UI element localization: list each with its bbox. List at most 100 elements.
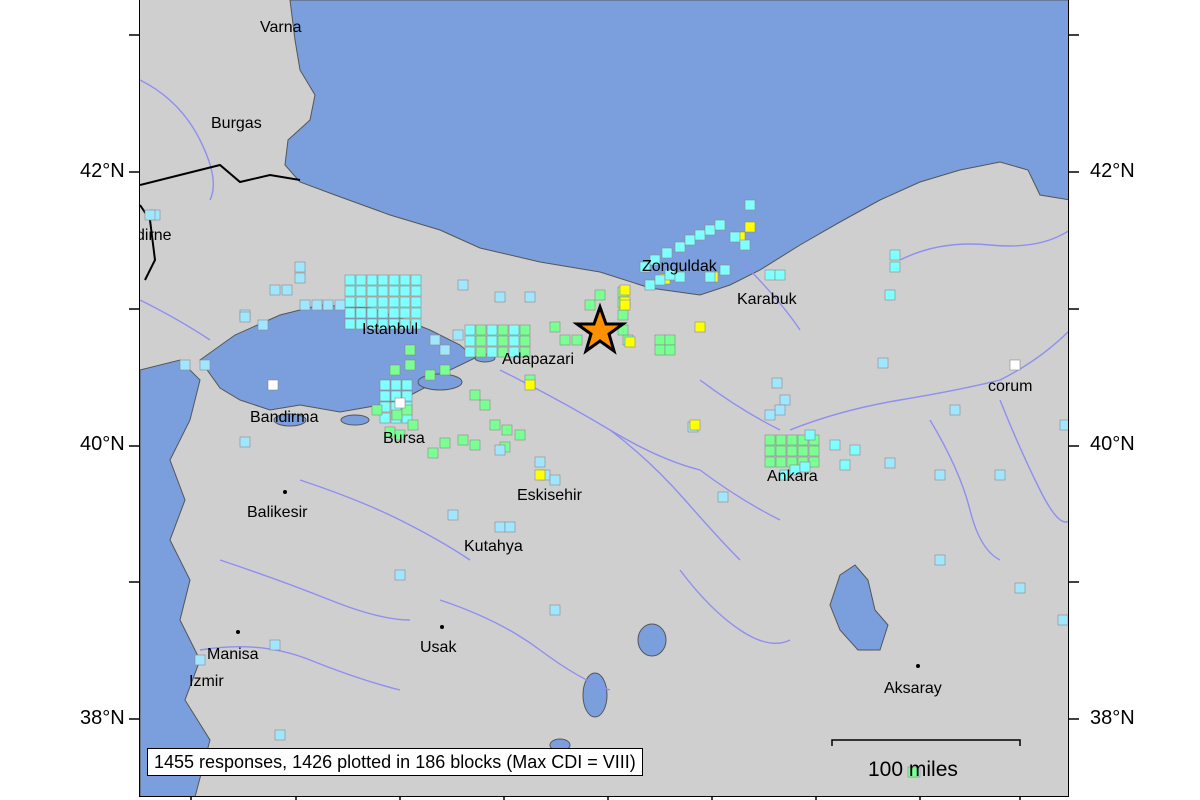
intensity-block [366, 307, 378, 319]
intensity-block [661, 247, 673, 259]
intensity-block [524, 291, 536, 303]
intensity-block [469, 389, 481, 401]
intensity-block [654, 344, 666, 356]
intensity-block [294, 272, 306, 284]
intensity-block [884, 289, 896, 301]
intensity-block [486, 324, 498, 336]
city-label-izmir: Izmir [189, 673, 224, 690]
intensity-block [334, 299, 346, 311]
intensity-block [457, 279, 469, 291]
intensity-block [497, 324, 509, 336]
intensity-block [344, 307, 356, 319]
intensity-block [410, 307, 422, 319]
scale-bar-label: 100 miles [868, 758, 958, 781]
intensity-block [744, 221, 756, 233]
intensity-block [322, 299, 334, 311]
intensity-block [404, 359, 416, 371]
intensity-block [366, 296, 378, 308]
intensity-block [559, 334, 571, 346]
intensity-block [355, 274, 367, 286]
city-label-bursa: Bursa [383, 430, 425, 447]
intensity-block [475, 324, 487, 336]
intensity-block [355, 296, 367, 308]
lake-ulubat [340, 414, 370, 426]
intensity-block [786, 445, 798, 457]
lat-label-38-left: 38°N [80, 707, 125, 729]
intensity-block [889, 261, 901, 273]
intensity-block [714, 219, 726, 231]
intensity-block [494, 521, 506, 533]
intensity-block [829, 439, 841, 451]
intensity-block [194, 654, 206, 666]
lat-label-40-right: 40°N [1090, 433, 1135, 455]
intensity-block [664, 344, 676, 356]
intensity-block [239, 436, 251, 448]
intensity-block [424, 369, 436, 381]
intensity-block [486, 335, 498, 347]
intensity-block [704, 224, 716, 236]
intensity-block [475, 346, 487, 358]
intensity-block [729, 231, 741, 243]
intensity-block [889, 249, 901, 261]
intensity-block [489, 419, 501, 431]
city-label-bandirma: Bandirma [250, 409, 319, 426]
intensity-block [144, 209, 156, 221]
intensity-block [849, 444, 861, 456]
intensity-block [534, 456, 546, 468]
lat-label-42-right: 42°N [1090, 160, 1135, 182]
city-label-kutahya: Kutahya [464, 538, 523, 555]
lat-label-40-left: 40°N [80, 433, 125, 455]
intensity-block [501, 424, 513, 436]
lat-label-42-left: 42°N [80, 160, 125, 182]
map-view[interactable]: Varna Burgas dirne Istanbul Adapazari Zo… [0, 0, 1200, 800]
intensity-block [404, 344, 416, 356]
intensity-block [786, 434, 798, 446]
map-canvas[interactable]: Varna Burgas dirne Istanbul Adapazari Zo… [140, 0, 1069, 797]
intensity-block [774, 269, 786, 281]
intensity-block [534, 469, 546, 481]
intensity-block [508, 324, 520, 336]
intensity-block [494, 291, 506, 303]
intensity-block [775, 445, 787, 457]
intensity-block [401, 379, 413, 391]
city-label-karabuk: Karabuk [737, 291, 798, 308]
intensity-block [994, 469, 1006, 481]
intensity-block [934, 469, 946, 481]
intensity-block [719, 264, 731, 276]
intensity-block [497, 335, 509, 347]
intensity-block [475, 335, 487, 347]
city-label-zonguldak: Zonguldak [642, 258, 718, 275]
intensity-block [389, 364, 401, 376]
intensity-block [366, 285, 378, 297]
intensity-block [775, 456, 787, 468]
intensity-block [257, 319, 269, 331]
map-frame[interactable]: Varna Burgas dirne Istanbul Adapazari Zo… [139, 0, 1069, 797]
intensity-block [377, 285, 389, 297]
intensity-block [1009, 359, 1021, 371]
intensity-block [779, 394, 791, 406]
intensity-block [464, 324, 476, 336]
intensity-block [344, 296, 356, 308]
city-label-varna: Varna [260, 19, 302, 36]
intensity-block [344, 318, 356, 330]
intensity-block [549, 604, 561, 616]
intensity-block [379, 390, 391, 402]
intensity-block [391, 409, 403, 421]
intensity-block [199, 359, 211, 371]
intensity-block [877, 357, 889, 369]
intensity-block [571, 334, 583, 346]
city-label-balikesir: Balikesir [247, 504, 308, 521]
lake-iznik [417, 373, 463, 391]
intensity-block [808, 445, 820, 457]
intensity-block [377, 307, 389, 319]
city-label-usak: Usak [420, 639, 457, 656]
intensity-block [664, 334, 676, 346]
intensity-block [654, 274, 666, 286]
intensity-block [764, 445, 776, 457]
intensity-block [774, 404, 786, 416]
intensity-block [410, 274, 422, 286]
intensity-block [394, 569, 406, 581]
intensity-block [452, 329, 464, 341]
intensity-block [694, 321, 706, 333]
intensity-block [388, 307, 400, 319]
